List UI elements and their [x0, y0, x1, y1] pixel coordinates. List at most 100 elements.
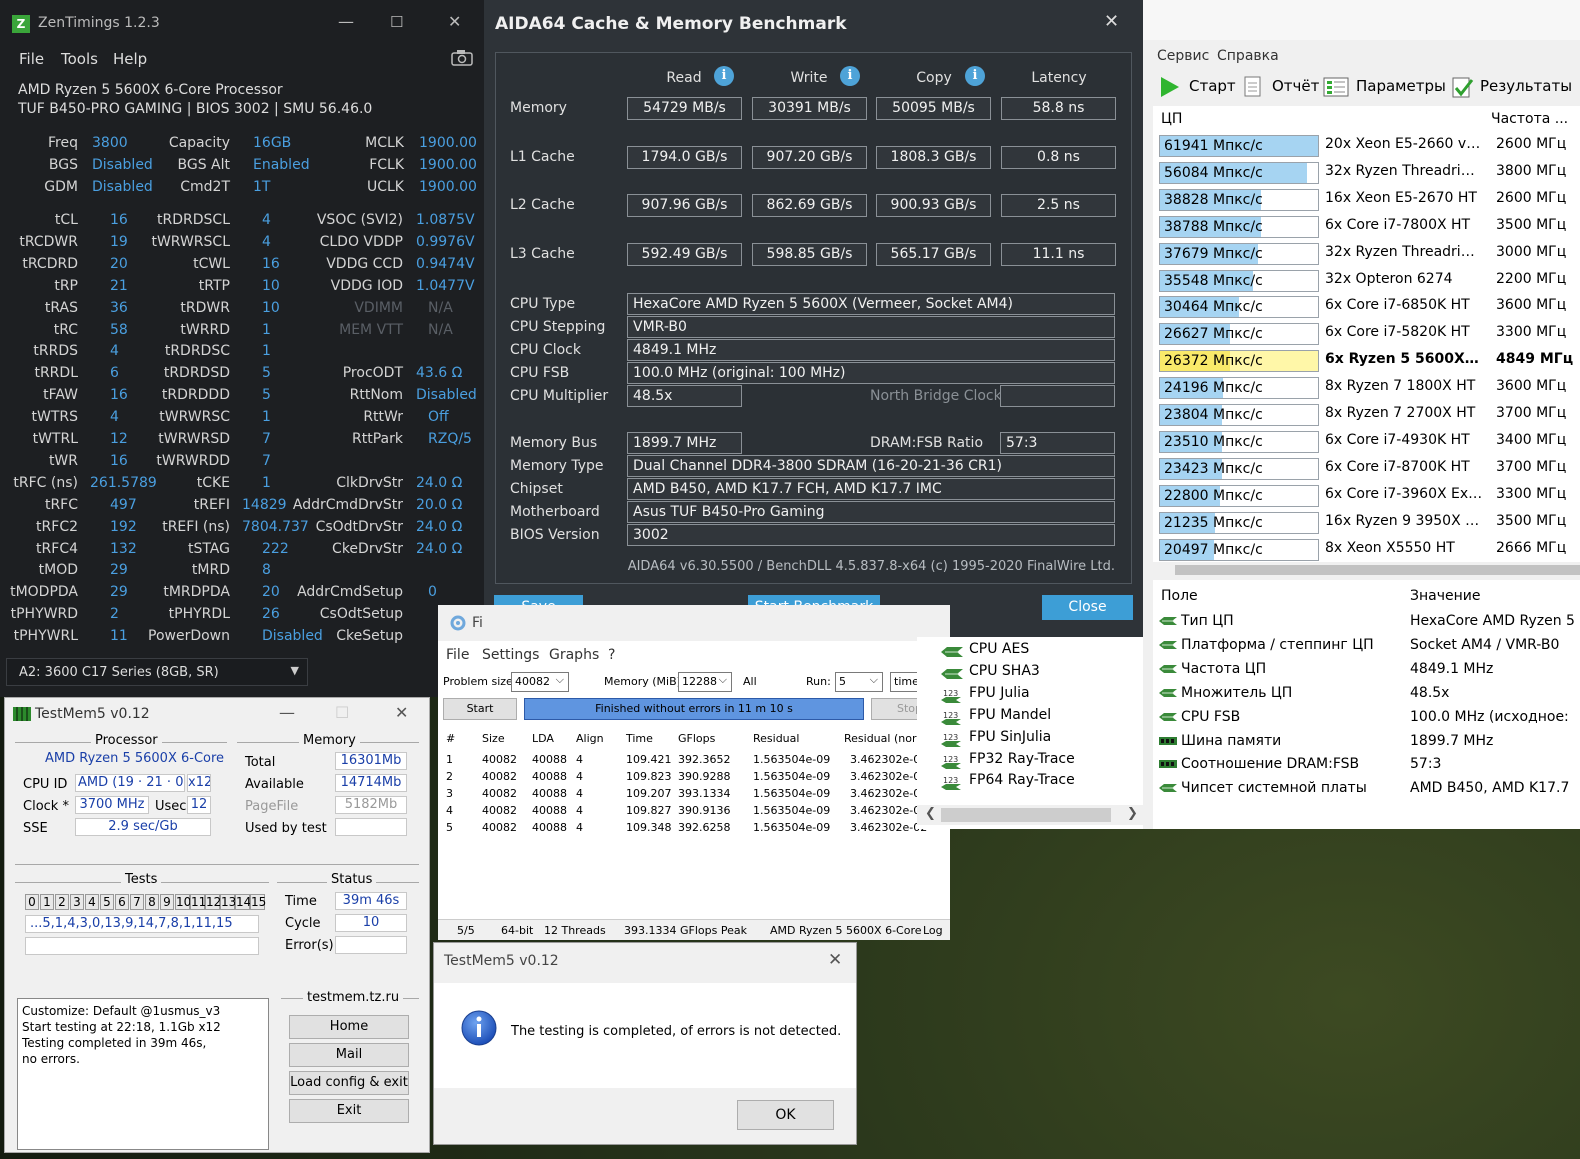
all-label[interactable]: All [743, 675, 757, 688]
ranking-row[interactable]: 38828 Мпкс/с 16x Xeon E5-2670 HT 2600 МГц [1159, 187, 1580, 211]
fpu-icon: 123 [941, 711, 961, 725]
usec-field: 12 [187, 796, 211, 814]
close-icon[interactable]: ✕ [395, 703, 408, 722]
problem-size-select[interactable]: 40082 [511, 672, 569, 692]
ranking-row[interactable]: 35548 Мпкс/с 32x Opteron 6274 2200 МГц [1159, 268, 1580, 292]
col-frequency[interactable]: Частота ... [1491, 111, 1568, 127]
detail-row[interactable]: Тип ЦП HexaCore AMD Ryzen 5 [1157, 610, 1580, 634]
detail-row[interactable]: Платформа / степпинг ЦП Socket AM4 / VMR-… [1157, 634, 1580, 658]
col-value[interactable]: Значение [1410, 588, 1480, 604]
log-textarea[interactable]: Customize: Default @1usmus_v3 Start test… [17, 998, 269, 1150]
ranking-row[interactable]: 23804 Мпкс/с 8x Ryzen 7 2700X HT 3700 МГц [1159, 402, 1580, 426]
menu-file[interactable]: File [19, 50, 44, 68]
toolbar-start[interactable]: Старт [1189, 77, 1236, 95]
ranking-row[interactable]: 21235 Мпкс/с 16x Ryzen 9 3950X HT 3500 МГц [1159, 510, 1580, 534]
benchmark-item[interactable]: CPU SHA3 [969, 663, 1040, 679]
minimize-icon[interactable]: — [279, 703, 295, 722]
benchmark-item[interactable]: FP32 Ray-Trace [969, 751, 1075, 767]
ranking-row[interactable]: 26627 Мпкс/с 6x Core i7-5820K HT 3300 МГц [1159, 321, 1580, 346]
maximize-icon[interactable]: ☐ [390, 13, 403, 31]
detail-row[interactable]: Множитель ЦП 48.5x [1157, 682, 1580, 706]
benchmark-item[interactable]: FPU Julia [969, 685, 1030, 701]
cpu-multiplier-field: 48.5x [627, 385, 742, 407]
scroll-right-icon[interactable]: ❯ [1127, 806, 1138, 821]
scrollbar-thumb[interactable] [1175, 565, 1580, 575]
menu-tools[interactable]: Tools [61, 50, 98, 68]
status-cpu: AMD Ryzen 5 5600X 6-Core [770, 924, 922, 937]
log-button[interactable]: Log [923, 924, 943, 937]
timing-value: Disabled [92, 179, 153, 195]
close-icon[interactable]: ✕ [828, 950, 842, 970]
home-button[interactable]: Home [289, 1015, 409, 1039]
pagefile-field: 5182Mb [335, 796, 407, 814]
close-icon[interactable]: ✕ [1104, 11, 1119, 32]
close-button[interactable]: Close [1042, 595, 1133, 620]
menu-help[interactable]: ? [608, 647, 615, 663]
horizontal-scrollbar[interactable]: ❮ ❯ [917, 805, 1143, 825]
ranking-row[interactable]: 22800 Мпкс/с 6x Core i7-3960X Extr... 3300… [1159, 483, 1580, 507]
mail-button[interactable]: Mail [289, 1043, 409, 1067]
benchmark-item[interactable]: FP64 Ray-Trace [969, 772, 1075, 788]
load-config-exit-button[interactable]: Load config & exit [289, 1071, 409, 1095]
column-header[interactable]: LDA [532, 732, 554, 745]
column-header[interactable]: GFlops [678, 732, 715, 745]
ranking-row[interactable]: 23510 Мпкс/с 6x Core i7-4930K HT 3400 МГц [1159, 429, 1580, 453]
highlighted-row[interactable]: 26372 Мпкс/с 6x Ryzen 5 5600X HT 4849 МГц [1159, 348, 1580, 373]
title-bar[interactable]: Fi [438, 605, 950, 641]
ranking-row[interactable]: 20497 Мпкс/с 8x Xeon X5550 HT 2666 МГц [1159, 537, 1580, 561]
menu-help[interactable]: Help [113, 50, 147, 68]
run-select[interactable]: 5 [835, 672, 883, 692]
voltage-value: N/A [428, 299, 453, 316]
ranking-row[interactable]: 37679 Мпкс/с 32x Ryzen Threadripp... 3000 … [1159, 241, 1580, 265]
ranking-row[interactable]: 56084 Мпкс/с 32x Ryzen Threadripp... 3800 … [1159, 160, 1580, 184]
benchmark-item[interactable]: FPU Mandel [969, 707, 1051, 723]
ranking-row[interactable]: 38788 Мпкс/с 6x Core i7-7800X HT 3500 МГц [1159, 214, 1580, 238]
benchmark-item[interactable]: FPU SinJulia [969, 729, 1051, 745]
menu-graphs[interactable]: Graphs [549, 647, 599, 663]
ranking-row[interactable]: 23423 Мпкс/с 6x Core i7-8700K HT 3700 МГц [1159, 456, 1580, 480]
detail-row[interactable]: Шина памяти 1899.7 MHz [1157, 730, 1580, 754]
site-link[interactable]: testmem.tz.ru [303, 990, 404, 1005]
table-cell: 4 [576, 753, 583, 766]
benchmark-item[interactable]: CPU AES [969, 641, 1029, 657]
copy-info-icon[interactable]: i [965, 66, 985, 86]
toolbar-parameters[interactable]: Параметры [1356, 77, 1446, 95]
ranking-row[interactable]: 30464 Мпкс/с 6x Core i7-6850K HT 3600 МГц [1159, 294, 1580, 319]
column-header[interactable]: Residual [753, 732, 799, 745]
ranking-row[interactable]: 61941 Мпкс/с 20x Xeon E5-2660 v3 ... 2600 … [1159, 133, 1580, 157]
toolbar-results[interactable]: Результаты [1480, 77, 1572, 95]
start-button[interactable]: Start [443, 698, 517, 720]
memory-select[interactable]: 12288 [678, 672, 732, 692]
toolbar-report[interactable]: Отчёт [1272, 77, 1319, 95]
scroll-left-icon[interactable]: ❮ [925, 806, 936, 821]
menu-help[interactable]: Справка [1217, 48, 1279, 64]
detail-row[interactable]: Чипсет системной платы AMD B450, AMD K17.… [1157, 777, 1580, 801]
detail-row[interactable]: CPU FSB 100.0 MHz (исходное: [1157, 706, 1580, 730]
ranking-row[interactable]: 24196 Мпкс/с 8x Ryzen 7 1800X HT 3600 МГц [1159, 375, 1580, 400]
detail-row[interactable]: Частота ЦП 4849.1 MHz [1157, 658, 1580, 682]
column-header[interactable]: # [446, 732, 455, 745]
settings-icon [1323, 77, 1349, 97]
menu-settings[interactable]: Settings [482, 647, 539, 663]
detail-row[interactable]: Соотношение DRAM:FSB 57:3 [1157, 753, 1580, 777]
close-icon[interactable]: ✕ [448, 12, 461, 31]
horizontal-scrollbar[interactable] [1153, 562, 1580, 578]
column-header[interactable]: Align [576, 732, 604, 745]
menu-file[interactable]: File [446, 647, 469, 663]
ok-button[interactable]: OK [737, 1100, 834, 1130]
write-info-icon[interactable]: i [840, 66, 860, 86]
col-cpu[interactable]: ЦП [1161, 111, 1182, 127]
title-bar[interactable]: Z ZenTimings 1.2.3 — ☐ ✕ [0, 0, 484, 48]
exit-button[interactable]: Exit [289, 1099, 409, 1123]
column-header[interactable]: Size [482, 732, 505, 745]
camera-icon[interactable] [451, 50, 473, 66]
scrollbar-thumb[interactable] [941, 808, 1111, 822]
column-header[interactable]: Time [626, 732, 653, 745]
minimize-icon[interactable]: — [338, 12, 354, 31]
memory-profile-select[interactable]: A2: 3600 C17 Series (8GB, SR) ▼ [6, 658, 308, 686]
read-info-icon[interactable]: i [714, 66, 734, 86]
column-header[interactable]: Residual (norm [844, 732, 927, 745]
menu-service[interactable]: Сервис [1157, 48, 1209, 64]
col-field[interactable]: Поле [1161, 588, 1198, 604]
status-runs: 5/5 [457, 924, 475, 937]
